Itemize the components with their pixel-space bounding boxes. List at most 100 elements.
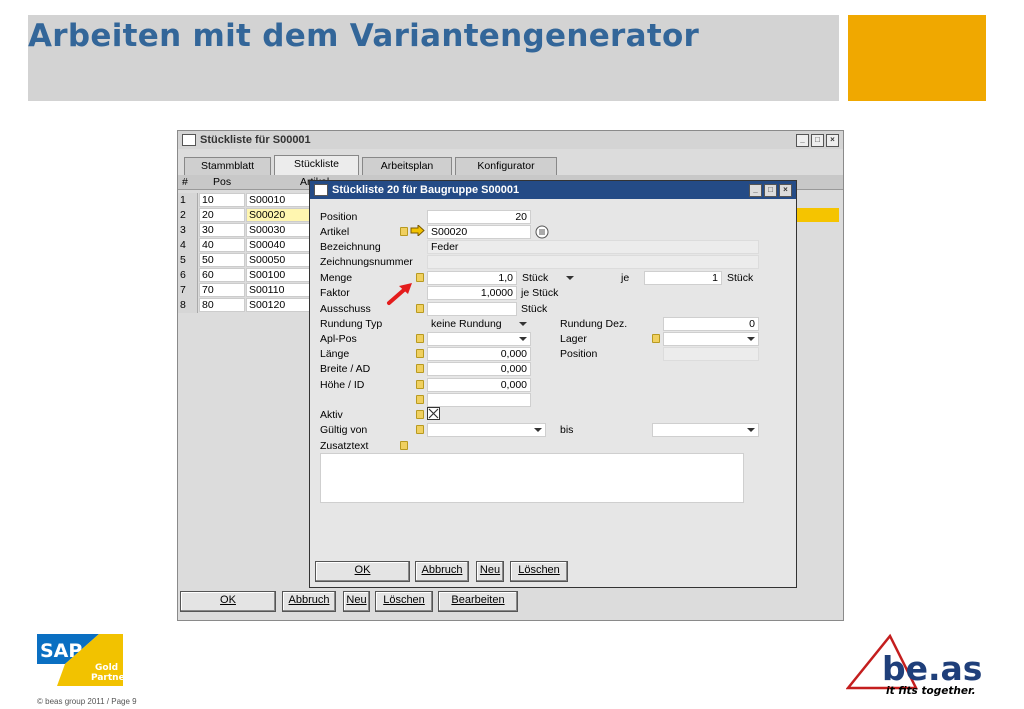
row-artikel[interactable]: S00120 [246,298,310,312]
label-je: je [621,272,630,284]
je-unit: Stück [727,272,754,284]
window-icon [314,184,328,197]
dialog-ok-label: OK [354,564,371,576]
row-pos[interactable]: 40 [199,238,245,252]
maximize-icon[interactable]: □ [764,184,777,197]
gueltig-von-select[interactable] [427,423,546,437]
row-pos[interactable]: 60 [199,268,245,282]
aktiv-checkbox[interactable] [427,407,440,420]
outer-loeschen-button[interactable]: Löschen [375,591,433,612]
lager-select[interactable] [663,332,759,346]
ausschuss-unit: Stück [521,303,548,315]
row-pos[interactable]: 80 [199,298,245,312]
row-artikel[interactable]: S00110 [246,283,310,297]
list-icon[interactable] [535,225,549,239]
tab-stammblatt[interactable]: Stammblatt [184,157,271,175]
beas-brand-text: be.as [882,649,982,688]
laenge-field[interactable]: 0,000 [427,347,531,361]
link-indicator-icon [416,334,424,343]
row-pos[interactable]: 30 [199,223,245,237]
breite-field[interactable]: 0,000 [427,362,531,376]
link-indicator-icon [416,410,424,419]
faktor-field[interactable]: 1,0000 [427,286,517,300]
dialog-neu-button[interactable]: Neu [476,561,504,582]
row-pos[interactable]: 10 [199,193,245,207]
zeichnungsnummer-field[interactable] [427,255,759,269]
zusatztext-area[interactable] [320,453,744,503]
row-artikel[interactable]: S00010 [246,193,310,207]
row-artikel[interactable]: S00030 [246,223,310,237]
chevron-down-icon [747,337,755,341]
position-right-field[interactable] [663,347,759,361]
outer-titlebar[interactable]: Stückliste für S00001 _ □ × [178,131,843,149]
dialog-loeschen-label: Löschen [518,564,560,576]
menge-unit-select[interactable]: Stück [518,271,578,285]
label-aktiv: Aktiv [320,409,343,421]
outer-neu-button[interactable]: Neu [343,591,370,612]
close-icon[interactable]: × [826,134,839,147]
artikel-field[interactable]: S00020 [427,225,531,239]
link-indicator-icon [416,380,424,389]
row-pos[interactable]: 50 [199,253,245,267]
maximize-icon[interactable]: □ [811,134,824,147]
label-apl-pos: Apl-Pos [320,333,357,345]
row-artikel[interactable]: S00020 [246,208,310,222]
hoehe-field[interactable]: 0,000 [427,378,531,392]
label-position: Position [320,211,358,223]
label-gueltig-von: Gültig von [320,424,368,436]
row-number: 6 [178,268,198,283]
label-faktor: Faktor [320,287,350,299]
tab-konfigurator[interactable]: Konfigurator [455,157,557,175]
dialog-abbruch-button[interactable]: Abbruch [415,561,469,582]
row-artikel[interactable]: S00100 [246,268,310,282]
slide-title: Arbeiten mit dem Variantengenerator [28,18,700,54]
sap-badge-line1: Gold [95,663,118,673]
dialog-ok-button[interactable]: OK [315,561,410,582]
outer-ok-button[interactable]: OK [180,591,276,612]
row-artikel[interactable]: S00050 [246,253,310,267]
bezeichnung-field[interactable]: Feder [427,240,759,254]
apl-pos-select[interactable] [427,332,531,346]
tab-arbeitsplan[interactable]: Arbeitsplan [362,157,452,175]
ausschuss-field[interactable] [427,302,517,316]
rundung-typ-value: keine Rundung [431,318,502,330]
row-pos[interactable]: 20 [199,208,245,222]
col-header-num: # [182,176,188,188]
close-icon[interactable]: × [779,184,792,197]
outer-abbruch-button[interactable]: Abbruch [282,591,336,612]
chevron-down-icon [519,322,527,326]
extra-field[interactable] [427,393,531,407]
row-artikel[interactable]: S00040 [246,238,310,252]
dialog-title: Stückliste 20 für Baugruppe S00001 [332,184,520,196]
chevron-down-icon [566,276,574,280]
dialog-loeschen-button[interactable]: Löschen [510,561,568,582]
row-pos[interactable]: 70 [199,283,245,297]
chevron-down-icon [519,337,527,341]
outer-bearbeiten-button[interactable]: Bearbeiten [438,591,518,612]
minimize-icon[interactable]: _ [796,134,809,147]
link-indicator-icon [400,227,408,236]
dialog-neu-label: Neu [479,564,501,576]
dialog-abbruch-label: Abbruch [421,564,463,576]
row-number: 7 [178,283,198,298]
beas-logo: be.as it fits together. [846,633,982,697]
minimize-icon[interactable]: _ [749,184,762,197]
position-field[interactable]: 20 [427,210,531,224]
link-indicator-icon [416,425,424,434]
tab-stueckliste[interactable]: Stückliste [274,155,359,175]
menge-unit-value: Stück [522,272,549,284]
link-indicator-icon[interactable] [416,273,424,282]
selected-row-highlight [797,208,839,222]
row-number: 1 [178,193,198,208]
bis-select[interactable] [652,423,759,437]
row-number: 4 [178,238,198,253]
menge-field[interactable]: 1,0 [427,271,517,285]
link-arrow-icon[interactable] [410,225,425,236]
accent-block [848,15,986,101]
je-field[interactable]: 1 [644,271,722,285]
dialog-titlebar[interactable]: Stückliste 20 für Baugruppe S00001 _ □ × [310,181,796,199]
rundung-typ-select[interactable]: keine Rundung [427,317,531,331]
outer-title: Stückliste für S00001 [200,134,311,146]
chevron-down-icon [534,428,542,432]
rundung-dez-field[interactable]: 0 [663,317,759,331]
